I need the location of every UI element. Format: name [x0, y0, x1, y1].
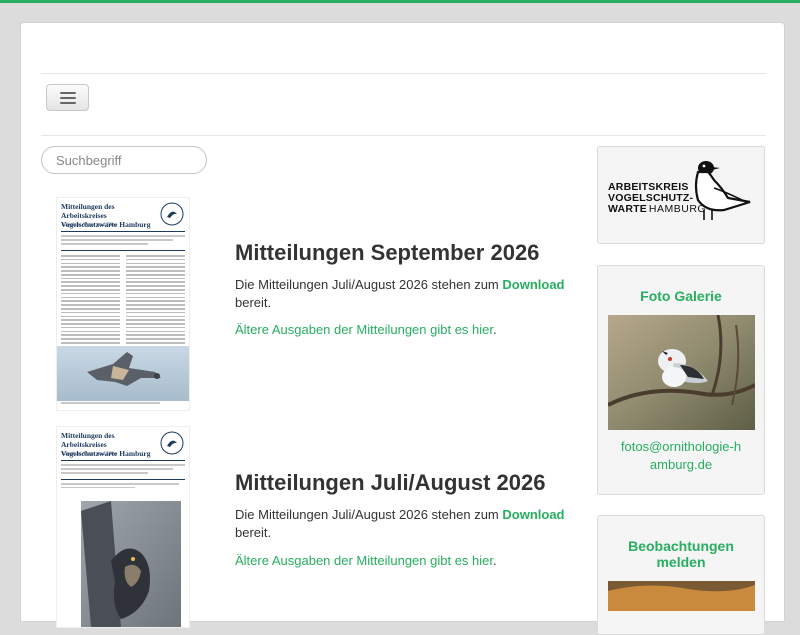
observations-photo[interactable] [608, 581, 755, 611]
article-text-before: Die Mitteilungen Juli/August 2026 stehen… [235, 507, 503, 522]
older-issues-period: . [493, 322, 497, 337]
newsletter-subtitle: Vögel an Alster und Elbe [61, 222, 117, 228]
article-title[interactable]: Mitteilungen September 2026 [235, 240, 539, 266]
newsletter-subtitle: Vögel an Alster und Elbe [61, 451, 117, 457]
gull-logo-icon [160, 431, 184, 455]
newsletter-title-line1: Mitteilungen des Arbeitskreises [61, 202, 115, 220]
menu-toggle-button[interactable] [46, 84, 89, 111]
sidebar-logo-box: ARBEITSKREIS VOGELSCHUTZ- WARTE HAMBURG [597, 146, 765, 244]
newsletter-intro [61, 483, 185, 490]
newsletter-rule [61, 479, 185, 480]
top-accent-bar [0, 0, 800, 3]
gallery-title[interactable]: Foto Galerie [598, 288, 764, 304]
gallery-email-link[interactable]: fotos@ornithologie-hamburg.de [598, 438, 764, 474]
newsletter-title-line1: Mitteilungen des Arbeitskreises [61, 431, 115, 449]
older-issues-paragraph: Ältere Ausgaben der Mitteilungen gibt es… [235, 552, 497, 570]
article-title[interactable]: Mitteilungen Juli/August 2026 [235, 470, 545, 496]
older-issues-link[interactable]: Ältere Ausgaben der Mitteilungen gibt es… [235, 553, 493, 568]
observations-title[interactable]: Beobachtungen melden [598, 538, 764, 570]
peregrine-photo [81, 501, 181, 627]
download-link[interactable]: Download [502, 277, 564, 292]
gallery-bird-photo[interactable] [608, 315, 755, 430]
page-container: Mitteilungen des Arbeitskreises Vogelsch… [20, 22, 785, 635]
search-input[interactable] [41, 146, 207, 174]
article-text-before: Die Mitteilungen Juli/August 2026 stehen… [235, 277, 503, 292]
hamburger-menu-icon [60, 92, 76, 94]
newsletter-thumbnail-july-august[interactable]: Mitteilungen des Arbeitskreises Vogelsch… [56, 426, 190, 628]
photo-caption [61, 402, 185, 406]
newsletter-rule [61, 231, 185, 232]
sidebar-gallery-box: Foto Galerie fotos@ornithologie-hamburg.… [597, 265, 765, 495]
logo-line3-bold: WARTE [608, 203, 647, 215]
article-text: Die Mitteilungen Juli/August 2026 stehen… [235, 506, 580, 542]
article-text-after: bereit. [235, 295, 272, 310]
article-text: Die Mitteilungen Juli/August 2026 stehen… [235, 276, 580, 312]
gull-logo-icon [160, 202, 184, 226]
hamburger-menu-icon-bar [60, 102, 76, 104]
gull-logo-icon [694, 161, 751, 220]
article-text-after: bereit. [235, 525, 272, 540]
newsletter-rule [61, 460, 185, 461]
older-issues-period: . [493, 553, 497, 568]
older-issues-link[interactable]: Ältere Ausgaben der Mitteilungen gibt es… [235, 322, 493, 337]
newsletter-rule [61, 250, 185, 251]
sidebar-observations-box: Beobachtungen melden [597, 515, 765, 635]
newsletter-intro [61, 464, 185, 476]
nav-divider [41, 135, 766, 136]
header-divider [41, 73, 766, 74]
download-link[interactable]: Download [502, 507, 564, 522]
sparrowhawk-photo [57, 346, 189, 401]
older-issues-paragraph: Ältere Ausgaben der Mitteilungen gibt es… [235, 321, 497, 339]
hamburger-menu-icon-bar [60, 97, 76, 99]
newsletter-intro [61, 235, 185, 247]
newsletter-thumbnail-september[interactable]: Mitteilungen des Arbeitskreises Vogelsch… [56, 197, 190, 411]
